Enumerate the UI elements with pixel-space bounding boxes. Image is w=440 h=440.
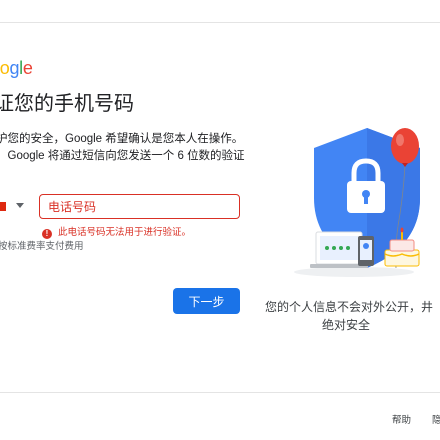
description: 护您的安全，Google 希望确认是您本人在操作。 ，Google 将通过短信向… bbox=[0, 131, 245, 165]
phone-number-input[interactable] bbox=[39, 194, 240, 219]
privacy-link[interactable]: 隐 bbox=[432, 412, 440, 426]
phone-icon bbox=[358, 236, 374, 266]
description-line-2: ，Google 将通过短信向您发送一个 6 位数的验证 bbox=[0, 150, 245, 162]
google-logo: oogle bbox=[0, 58, 33, 79]
country-code-select[interactable] bbox=[0, 200, 28, 214]
description-line-1: 护您的安全，Google 希望确认是您本人在操作。 bbox=[0, 133, 244, 145]
error-text: 此电话号码无法用于进行验证。 bbox=[58, 227, 192, 238]
chevron-down-icon bbox=[16, 203, 24, 208]
logo-letter-g: g bbox=[9, 58, 20, 78]
help-link[interactable]: 帮助 bbox=[392, 412, 411, 426]
logo-letter-e: e bbox=[22, 58, 33, 78]
ground-shadow bbox=[294, 267, 414, 277]
fee-note: 按标准费率支付费用 bbox=[0, 241, 84, 252]
footer-divider bbox=[0, 392, 440, 393]
privacy-line-2: 绝对安全 bbox=[321, 318, 370, 332]
privacy-line-1: 您的个人信息不会对外公开，井 bbox=[264, 300, 433, 314]
china-flag-icon bbox=[0, 202, 6, 211]
header-divider bbox=[0, 22, 440, 23]
privacy-message: 您的个人信息不会对外公开，井 绝对安全 bbox=[258, 298, 440, 334]
next-button[interactable]: 下一步 bbox=[173, 288, 240, 314]
security-illustration bbox=[294, 128, 420, 277]
page-title: 证您的手机号码 bbox=[0, 93, 134, 115]
error-message: ! 此电话号码无法用于进行验证。 bbox=[42, 224, 191, 239]
